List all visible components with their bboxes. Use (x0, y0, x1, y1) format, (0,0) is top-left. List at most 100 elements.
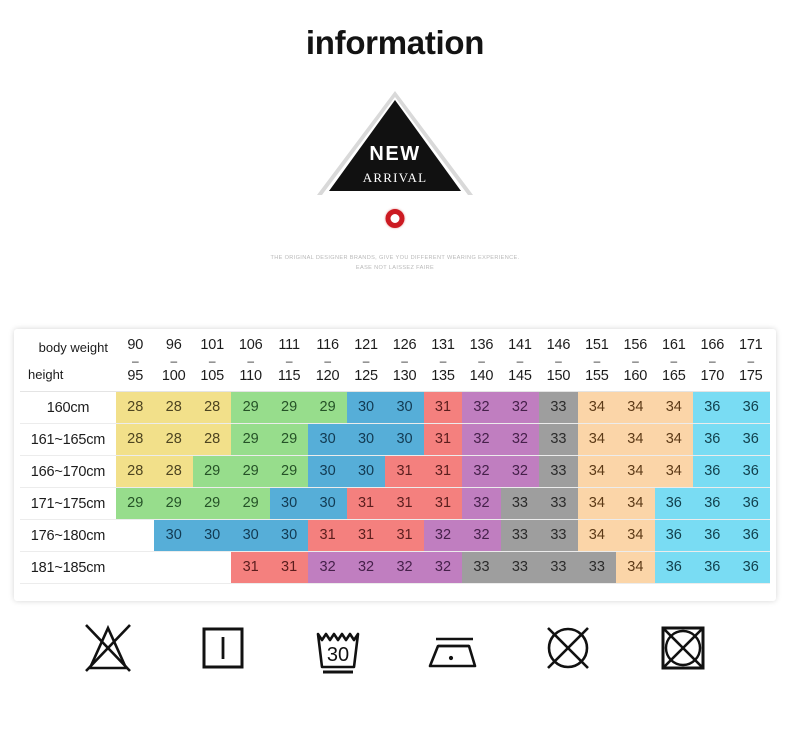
weight-from: 121 (354, 337, 378, 353)
weight-column-header: 131–135 (423, 333, 463, 393)
weight-column-header: 126–130 (385, 333, 424, 393)
weight-to: 120 (315, 368, 340, 385)
weight-range-dash: – (247, 354, 254, 369)
table-row: 171~175cm 29 29 29 29 30 30 31 31 31 32 33 33 34 34 36 3… (20, 487, 770, 521)
new-arrival-logo: NEW ARRIVAL (310, 91, 480, 241)
size-value: 36 (731, 456, 770, 488)
weight-to: 130 (392, 368, 417, 385)
size-value: 34 (577, 424, 617, 456)
size-value: 32 (500, 392, 540, 424)
weight-column-header: 151–155 (577, 333, 617, 393)
height-row-label: 171~175cm (20, 487, 116, 521)
size-value: 36 (731, 520, 770, 552)
size-value: 33 (500, 552, 540, 584)
size-value: 30 (308, 488, 347, 520)
size-value: 32 (346, 552, 386, 584)
size-value: 33 (462, 552, 501, 584)
size-cell (154, 551, 193, 585)
size-cell: 31 (423, 487, 463, 521)
size-value: 33 (500, 488, 540, 520)
size-value: 32 (462, 424, 501, 456)
weight-to: 135 (431, 368, 455, 385)
size-cell: 30 (346, 455, 386, 489)
size-cell: 28 (116, 391, 155, 425)
logo-new-label: NEW (369, 143, 421, 165)
size-cell: 28 (154, 455, 193, 489)
machine-wash-30-icon: 30 (316, 632, 359, 674)
weight-from: 151 (585, 337, 609, 353)
size-value: 32 (462, 488, 501, 520)
size-cell: 33 (539, 391, 578, 425)
size-value: 30 (154, 520, 193, 552)
size-value: 34 (654, 456, 694, 488)
size-cell: 32 (462, 487, 501, 521)
size-cell: 33 (500, 551, 540, 585)
size-value: 32 (500, 424, 540, 456)
size-cell (116, 519, 155, 553)
weight-column-header: 171–175 (731, 333, 770, 393)
size-value: 28 (154, 456, 193, 488)
size-value: 36 (654, 488, 694, 520)
size-value: 36 (693, 424, 732, 456)
size-cell: 31 (308, 519, 347, 553)
size-value: 36 (731, 552, 770, 584)
size-value: 28 (192, 424, 232, 456)
size-cell: 32 (385, 551, 424, 585)
size-cell: 33 (539, 487, 578, 521)
size-value: 32 (500, 456, 540, 488)
size-cell: 30 (346, 391, 386, 425)
red-ring-icon (385, 209, 405, 228)
information-page: information NEW ARRIVAL THE ORIGINAL DES… (0, 0, 790, 745)
size-value: 36 (693, 392, 732, 424)
size-value: 29 (192, 488, 232, 520)
size-cell: 32 (500, 455, 540, 489)
size-cell: 30 (231, 519, 270, 553)
size-value: 29 (231, 488, 270, 520)
size-value: 28 (116, 424, 155, 456)
size-value: 29 (269, 456, 309, 488)
height-row-label: 160cm (20, 391, 116, 425)
weight-range-dash: – (131, 354, 139, 369)
size-cell: 33 (462, 551, 501, 585)
size-cell: 28 (154, 423, 193, 457)
weight-from: 116 (316, 337, 339, 353)
size-value (116, 552, 154, 583)
height-row-label: 176~180cm (20, 519, 116, 553)
weight-column-header: 146–150 (539, 333, 578, 393)
do-not-bleach-icon (84, 624, 131, 672)
weight-column-header: 111–115 (269, 333, 309, 393)
size-value: 30 (385, 392, 424, 424)
size-cell: 33 (539, 551, 578, 585)
size-value: 32 (462, 392, 501, 424)
size-cell: 28 (192, 391, 232, 425)
size-cell: 34 (616, 391, 655, 425)
weight-to: 175 (738, 368, 763, 385)
size-chart-card: body weight height 90–95 96–100 101–105 106… (14, 329, 776, 601)
size-cell: 33 (577, 551, 617, 585)
size-cell: 30 (385, 391, 424, 425)
weight-range-dash: – (593, 354, 601, 369)
size-value: 33 (539, 552, 578, 584)
size-cell: 36 (731, 519, 770, 553)
size-cell: 30 (308, 455, 347, 489)
weight-range-dash: – (285, 354, 293, 369)
iron-low-icon (428, 637, 476, 668)
tumble-dry-icon (202, 627, 243, 669)
size-cell: 31 (385, 487, 424, 521)
size-cell: 36 (731, 487, 770, 521)
size-value: 33 (539, 424, 578, 456)
size-cell: 36 (693, 487, 732, 521)
weight-column-header: 161–165 (654, 333, 694, 393)
size-value: 34 (616, 392, 655, 424)
size-cell: 36 (654, 487, 694, 521)
size-value: 29 (269, 424, 309, 456)
weight-from: 141 (508, 337, 532, 353)
weight-range-dash: – (401, 354, 408, 369)
size-value: 28 (154, 392, 193, 424)
size-cell: 36 (731, 455, 770, 489)
size-value: 32 (462, 520, 501, 552)
size-value: 29 (116, 488, 155, 520)
size-cell: 34 (654, 423, 694, 457)
size-value: 33 (539, 488, 578, 520)
table-header-row: body weight height 90–95 96–100 101–105 106… (20, 333, 770, 393)
